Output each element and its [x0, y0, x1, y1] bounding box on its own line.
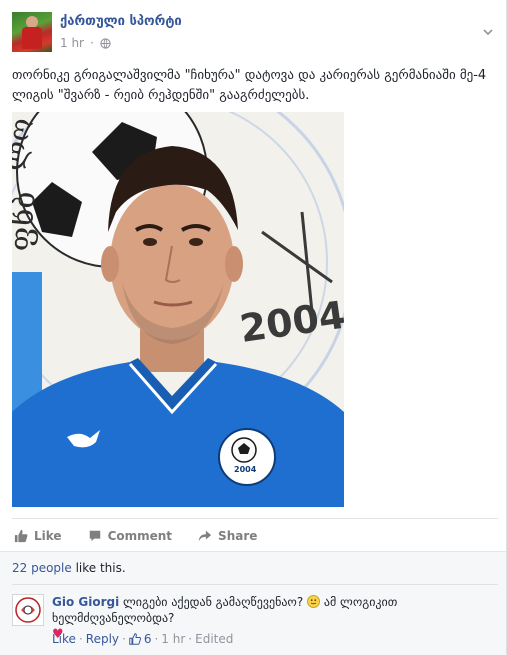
- comment-author[interactable]: Gio Giorgi: [52, 595, 119, 609]
- svg-text:2004: 2004: [234, 465, 257, 474]
- likes-suffix: like this.: [71, 561, 126, 575]
- post-meta: 1 hr ·: [60, 36, 111, 50]
- comment-like-count[interactable]: 6: [144, 632, 152, 646]
- like-button-label: Like: [34, 528, 62, 543]
- comment-sep-3: ·: [154, 632, 159, 646]
- page-avatar[interactable]: [12, 12, 52, 52]
- like-button[interactable]: Like: [14, 529, 62, 543]
- likes-people-link[interactable]: 22 people: [12, 561, 72, 575]
- comment-actions: Like · Reply · 6 · 1 hr · Edited: [52, 632, 233, 646]
- thumbs-up-icon: [14, 529, 28, 542]
- share-button[interactable]: Share: [198, 529, 257, 543]
- comment-sep-4: ·: [188, 632, 193, 646]
- post-photo[interactable]: ლო ფხბ 2004 2004: [12, 112, 344, 507]
- meta-separator: ·: [90, 36, 94, 50]
- commenter-logo: [15, 597, 41, 623]
- comment-edited[interactable]: Edited: [195, 632, 233, 646]
- globe-icon: [100, 37, 111, 49]
- comment-sep-2: ·: [122, 632, 126, 646]
- comment-like-count-icon: [129, 633, 141, 645]
- chevron-down-icon[interactable]: [482, 26, 494, 38]
- comment-icon: [89, 530, 100, 541]
- share-button-label: Share: [218, 528, 258, 543]
- share-icon: [198, 530, 212, 541]
- likes-summary: 22 people like this.: [12, 561, 126, 575]
- post-card: ქართული სპორტი 1 hr · თორნიკე გრიგალაშვი…: [0, 0, 507, 655]
- post-actions-bar: Like Comment Share: [12, 518, 498, 552]
- comment-text-1: ლიგები აქედან გამაღწევენაო?: [119, 595, 308, 609]
- comment-sep-1: ·: [78, 632, 83, 646]
- player-photo-illustration: ლო ფხბ 2004 2004: [12, 112, 344, 507]
- smile-emoji-icon: [307, 595, 321, 608]
- post-text: თორნიკე გრიგალაშვილმა "ჩიხურა" დატოვა და…: [12, 68, 487, 103]
- feedback-section: 22 people like this. Gio Giorgi ლიგები ა…: [0, 551, 506, 655]
- comment-button[interactable]: Comment: [88, 529, 172, 543]
- feedback-divider: [12, 584, 498, 585]
- post-header: ქართული სპორტი 1 hr ·: [12, 12, 506, 56]
- svg-text:ფხბ: ფხბ: [12, 190, 43, 253]
- comment-like-link[interactable]: Like: [52, 632, 76, 646]
- comment-button-label: Comment: [107, 528, 173, 543]
- comment-reply-link[interactable]: Reply: [86, 632, 119, 646]
- post-timestamp[interactable]: 1 hr: [60, 36, 84, 50]
- commenter-avatar[interactable]: [12, 594, 44, 626]
- comment-time[interactable]: 1 hr: [161, 632, 185, 646]
- page-name-link[interactable]: ქართული სპორტი: [60, 14, 182, 29]
